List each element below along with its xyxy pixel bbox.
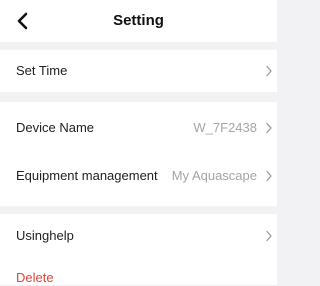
device-name-label: Device Name [16,120,95,135]
set-time-row[interactable]: Set Time [0,50,277,92]
page-title: Setting [113,12,164,29]
equipment-management-row[interactable]: Equipment management My Aquascape [0,154,277,206]
equipment-management-value: My Aquascape [171,168,257,183]
header-bar: Setting [0,0,277,42]
device-name-value: W_7F2438 [193,120,257,135]
set-time-label: Set Time [16,63,68,78]
chevron-right-icon [265,170,273,182]
equipment-management-label: Equipment management [16,168,158,183]
device-info-group: Device Name W_7F2438 Equipment managemen… [0,102,277,206]
chevron-right-icon [265,65,273,77]
using-help-label: Usinghelp [16,228,74,243]
using-help-row[interactable]: Usinghelp [0,206,277,258]
delete-button[interactable]: Delete [16,270,54,286]
chevron-right-icon [265,122,273,134]
delete-row[interactable]: Delete [0,258,277,285]
device-name-row[interactable]: Device Name W_7F2438 [0,102,277,154]
chevron-right-icon [265,230,273,242]
